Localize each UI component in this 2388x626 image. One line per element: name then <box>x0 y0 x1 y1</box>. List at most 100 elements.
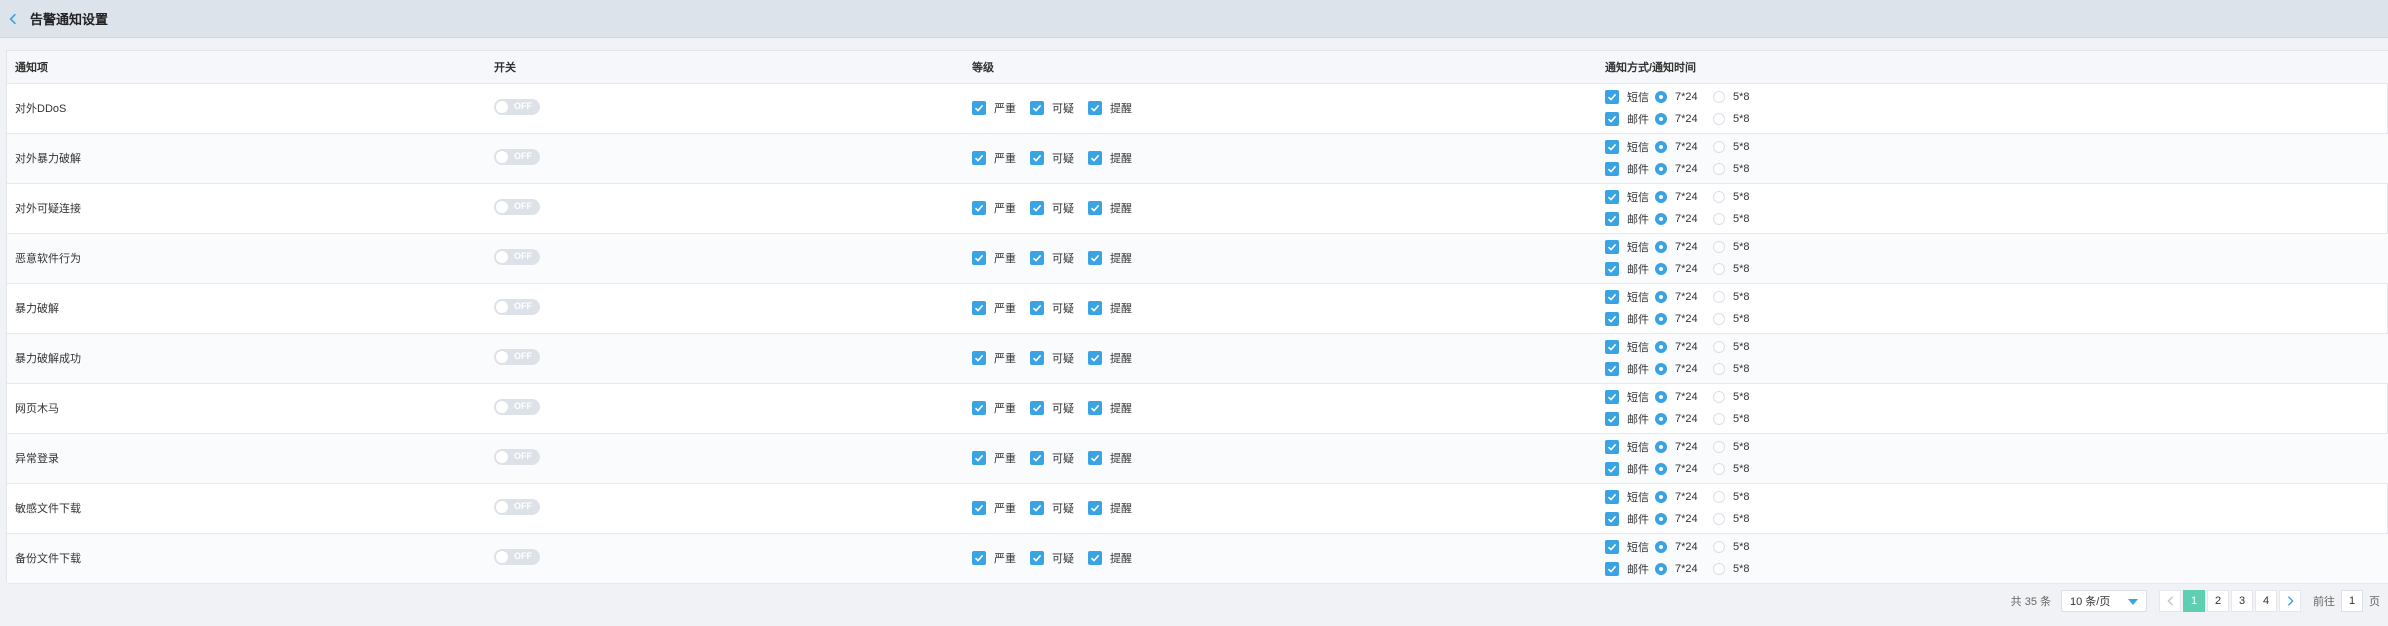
page-number-button[interactable]: 1 <box>2183 590 2205 612</box>
page-size-select[interactable]: 10 条/页 <box>2061 590 2147 612</box>
level-checkbox-2[interactable]: 提醒 <box>1088 500 1132 516</box>
level-checkbox-2[interactable]: 提醒 <box>1088 200 1132 216</box>
email-radio-58[interactable] <box>1713 363 1725 375</box>
sms-radio-247[interactable] <box>1655 141 1667 153</box>
level-checkbox-1[interactable]: 可疑 <box>1030 150 1074 166</box>
level-checkbox-2[interactable]: 提醒 <box>1088 300 1132 316</box>
email-checkbox[interactable] <box>1605 412 1619 426</box>
level-checkbox-2[interactable]: 提醒 <box>1088 250 1132 266</box>
email-radio-247[interactable] <box>1655 213 1667 225</box>
prev-page-button[interactable] <box>2159 590 2181 612</box>
email-radio-247[interactable] <box>1655 263 1667 275</box>
email-radio-58[interactable] <box>1713 313 1725 325</box>
level-checkbox-1[interactable]: 可疑 <box>1030 350 1074 366</box>
enable-switch[interactable]: OFF <box>494 548 540 565</box>
sms-radio-247[interactable] <box>1655 541 1667 553</box>
enable-switch[interactable]: OFF <box>494 348 540 365</box>
sms-checkbox[interactable] <box>1605 340 1619 354</box>
email-checkbox[interactable] <box>1605 312 1619 326</box>
sms-checkbox[interactable] <box>1605 390 1619 404</box>
level-checkbox-1[interactable]: 可疑 <box>1030 200 1074 216</box>
page-number-button[interactable]: 4 <box>2255 590 2277 612</box>
email-radio-58[interactable] <box>1713 413 1725 425</box>
sms-radio-58[interactable] <box>1713 291 1725 303</box>
email-checkbox[interactable] <box>1605 112 1619 126</box>
email-radio-58[interactable] <box>1713 463 1725 475</box>
sms-radio-58[interactable] <box>1713 441 1725 453</box>
enable-switch[interactable]: OFF <box>494 448 540 465</box>
email-radio-58[interactable] <box>1713 163 1725 175</box>
level-checkbox-0[interactable]: 严重 <box>972 400 1016 416</box>
email-checkbox[interactable] <box>1605 212 1619 226</box>
level-checkbox-0[interactable]: 严重 <box>972 550 1016 566</box>
email-radio-247[interactable] <box>1655 163 1667 175</box>
level-checkbox-2[interactable]: 提醒 <box>1088 150 1132 166</box>
email-radio-247[interactable] <box>1655 513 1667 525</box>
level-checkbox-0[interactable]: 严重 <box>972 300 1016 316</box>
level-checkbox-0[interactable]: 严重 <box>972 450 1016 466</box>
email-radio-247[interactable] <box>1655 313 1667 325</box>
email-radio-58[interactable] <box>1713 213 1725 225</box>
level-checkbox-2[interactable]: 提醒 <box>1088 100 1132 116</box>
sms-radio-58[interactable] <box>1713 91 1725 103</box>
email-radio-247[interactable] <box>1655 463 1667 475</box>
enable-switch[interactable]: OFF <box>494 198 540 215</box>
sms-radio-58[interactable] <box>1713 191 1725 203</box>
level-checkbox-0[interactable]: 严重 <box>972 500 1016 516</box>
sms-radio-58[interactable] <box>1713 141 1725 153</box>
level-checkbox-1[interactable]: 可疑 <box>1030 500 1074 516</box>
sms-checkbox[interactable] <box>1605 90 1619 104</box>
sms-radio-58[interactable] <box>1713 391 1725 403</box>
sms-radio-247[interactable] <box>1655 241 1667 253</box>
level-checkbox-0[interactable]: 严重 <box>972 100 1016 116</box>
goto-page-input[interactable]: 1 <box>2341 590 2363 612</box>
level-checkbox-1[interactable]: 可疑 <box>1030 100 1074 116</box>
level-checkbox-2[interactable]: 提醒 <box>1088 350 1132 366</box>
sms-radio-247[interactable] <box>1655 441 1667 453</box>
level-checkbox-0[interactable]: 严重 <box>972 350 1016 366</box>
level-checkbox-1[interactable]: 可疑 <box>1030 400 1074 416</box>
email-radio-58[interactable] <box>1713 513 1725 525</box>
sms-radio-247[interactable] <box>1655 391 1667 403</box>
sms-checkbox[interactable] <box>1605 140 1619 154</box>
level-checkbox-2[interactable]: 提醒 <box>1088 400 1132 416</box>
next-page-button[interactable] <box>2279 590 2301 612</box>
level-checkbox-1[interactable]: 可疑 <box>1030 550 1074 566</box>
sms-radio-58[interactable] <box>1713 491 1725 503</box>
sms-checkbox[interactable] <box>1605 290 1619 304</box>
sms-radio-58[interactable] <box>1713 541 1725 553</box>
sms-radio-247[interactable] <box>1655 91 1667 103</box>
email-checkbox[interactable] <box>1605 362 1619 376</box>
sms-radio-247[interactable] <box>1655 191 1667 203</box>
level-checkbox-1[interactable]: 可疑 <box>1030 250 1074 266</box>
email-radio-58[interactable] <box>1713 263 1725 275</box>
level-checkbox-2[interactable]: 提醒 <box>1088 550 1132 566</box>
level-checkbox-1[interactable]: 可疑 <box>1030 300 1074 316</box>
level-checkbox-0[interactable]: 严重 <box>972 250 1016 266</box>
email-radio-58[interactable] <box>1713 113 1725 125</box>
email-radio-247[interactable] <box>1655 563 1667 575</box>
email-checkbox[interactable] <box>1605 162 1619 176</box>
level-checkbox-0[interactable]: 严重 <box>972 200 1016 216</box>
page-number-button[interactable]: 3 <box>2231 590 2253 612</box>
level-checkbox-1[interactable]: 可疑 <box>1030 450 1074 466</box>
enable-switch[interactable]: OFF <box>494 98 540 115</box>
sms-radio-247[interactable] <box>1655 491 1667 503</box>
email-checkbox[interactable] <box>1605 262 1619 276</box>
email-radio-247[interactable] <box>1655 113 1667 125</box>
sms-checkbox[interactable] <box>1605 540 1619 554</box>
page-number-button[interactable]: 2 <box>2207 590 2229 612</box>
sms-radio-247[interactable] <box>1655 341 1667 353</box>
email-radio-247[interactable] <box>1655 413 1667 425</box>
email-checkbox[interactable] <box>1605 462 1619 476</box>
sms-checkbox[interactable] <box>1605 190 1619 204</box>
enable-switch[interactable]: OFF <box>494 398 540 415</box>
sms-radio-58[interactable] <box>1713 241 1725 253</box>
email-checkbox[interactable] <box>1605 562 1619 576</box>
email-radio-247[interactable] <box>1655 363 1667 375</box>
level-checkbox-2[interactable]: 提醒 <box>1088 450 1132 466</box>
sms-checkbox[interactable] <box>1605 490 1619 504</box>
enable-switch[interactable]: OFF <box>494 148 540 165</box>
enable-switch[interactable]: OFF <box>494 248 540 265</box>
sms-radio-58[interactable] <box>1713 341 1725 353</box>
